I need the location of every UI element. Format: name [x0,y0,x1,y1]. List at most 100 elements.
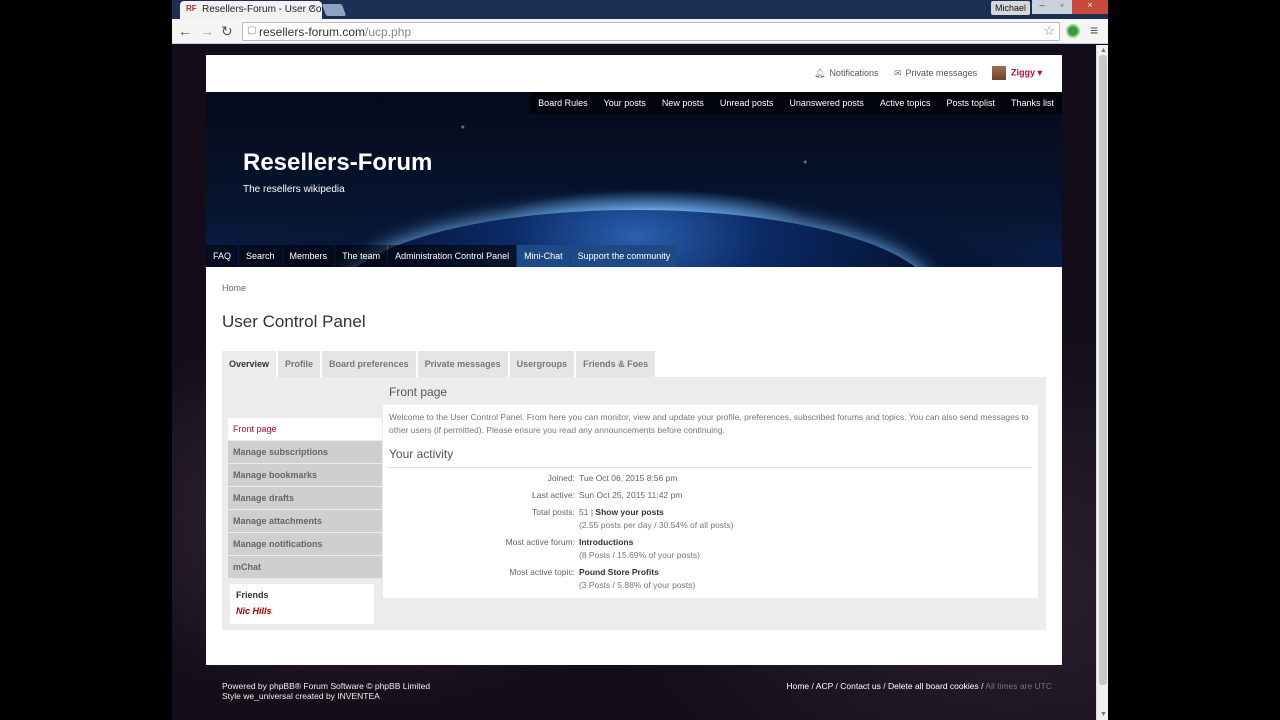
close-tab-icon[interactable]: × [310,3,316,14]
scroll-up-icon[interactable]: ▲ [1100,47,1107,54]
menu-mchat[interactable]: mChat [228,556,382,578]
active-topic-row: Most active topic: Pound Store Profits (3 … [389,566,1032,592]
menu-manage-subscriptions[interactable]: Manage subscriptions [228,441,382,463]
user-menu[interactable]: Ziggy ▾ [992,66,1042,80]
main-nav: FAQ Search Members The team Administrati… [206,245,678,267]
private-messages-link[interactable]: ✉ Private messages [894,68,977,79]
total-posts-row: Total posts: 51 | Show your posts (2.55 po… [389,506,1032,532]
menu-manage-drafts[interactable]: Manage drafts [228,487,382,509]
nav-faq[interactable]: FAQ [206,245,239,267]
friend-link[interactable]: Nic Hills [236,606,368,616]
desktop-right [1108,0,1280,720]
tab-title: Resellers-Forum - User Co [202,4,322,15]
tab-board-preferences[interactable]: Board preferences [322,351,416,377]
nav-board-rules[interactable]: Board Rules [530,92,596,114]
private-messages-label: Private messages [905,68,978,78]
activity-box: Your activity Joined: Tue Oct 06, 2015 8:… [383,441,1038,598]
timezone-text: All times are UTC [985,681,1052,691]
user-topbar: 🔔︎ Notifications ✉ Private messages Ziggy … [206,55,1062,92]
style-credit-text: Style we_universal created by INVENTEA [222,691,380,701]
browser-tab[interactable]: RF Resellers-Forum - User Co × [180,1,322,19]
friends-box: Friends Nic Hills [230,584,374,624]
nav-support[interactable]: Support the community [570,245,678,267]
nav-unanswered-posts[interactable]: Unanswered posts [781,92,872,114]
breadcrumb[interactable]: Home [222,283,1046,293]
joined-row: Joined: Tue Oct 06, 2015 8:56 pm [389,472,1032,485]
front-page-panel: Front page Welcome to the User Control P… [383,377,1038,598]
menu-manage-attachments[interactable]: Manage attachments [228,510,382,532]
nav-acp[interactable]: Administration Control Panel [388,245,517,267]
tab-strip: RF Resellers-Forum - User Co × Michael –… [172,0,1108,19]
nav-new-posts[interactable]: New posts [653,92,712,114]
forward-arrow-icon[interactable]: → [200,23,214,39]
menu-manage-notifications[interactable]: Manage notifications [228,533,382,555]
nav-members[interactable]: Members [282,245,335,267]
reload-icon[interactable]: ↻ [221,23,233,40]
forum-page: 🔔︎ Notifications ✉ Private messages Ziggy … [206,55,1062,665]
footer-home-link[interactable]: Home [786,681,809,691]
active-forum-link[interactable]: Introductions [579,537,633,547]
avatar [992,66,1006,80]
new-tab-button[interactable] [321,4,347,16]
content-area: Home User Control Panel Overview Profile… [206,283,1062,630]
ucp-side-menu: Front page Manage subscriptions Manage b… [228,418,382,579]
footer-delete-cookies-link[interactable]: Delete all board cookies [888,681,979,691]
browser-toolbar: ← → ↻ ▢ resellers-forum.com/ucp.php ☆ ≡ [172,19,1108,44]
address-bar[interactable]: ▢ resellers-forum.com/ucp.php ☆ [242,22,1060,41]
friends-heading: Friends [236,590,269,600]
footer-contact-link[interactable]: Contact us [840,681,881,691]
header-quick-links: Board Rules Your posts New posts Unread … [530,92,1062,114]
ucp-tabs: Overview Profile Board preferences Priva… [222,351,1046,377]
envelope-icon: ✉ [894,68,902,78]
nav-active-topics[interactable]: Active topics [871,92,939,114]
desktop-left [0,0,172,720]
back-arrow-icon[interactable]: ← [178,23,192,39]
tab-usergroups[interactable]: Usergroups [509,351,575,377]
notifications-link[interactable]: 🔔︎ Notifications [814,68,878,79]
tab-profile[interactable]: Profile [278,351,321,377]
tab-private-messages[interactable]: Private messages [417,351,508,377]
nav-posts-toplist[interactable]: Posts toplist [938,92,1003,114]
nav-mini-chat[interactable]: Mini-Chat [517,245,570,267]
nav-search[interactable]: Search [239,245,282,267]
show-posts-link[interactable]: Show your posts [595,507,663,517]
url-path: /ucp.php [365,25,412,39]
active-forum-stats: (8 Posts / 15.69% of your posts) [579,550,700,560]
caret-down-icon: ▾ [1037,67,1043,78]
nav-thanks-list[interactable]: Thanks list [1002,92,1062,114]
browser-menu-icon[interactable]: ≡ [1090,22,1098,38]
active-topic-link[interactable]: Pound Store Profits [579,567,659,577]
menu-front-page[interactable]: Front page [228,418,382,440]
tab-friends-foes[interactable]: Friends & Foes [576,351,656,377]
last-active-label: Last active: [532,490,575,500]
profile-chip[interactable]: Michael [990,1,1030,15]
site-favicon-icon: RF [186,4,197,13]
footer-acp-link[interactable]: ACP [816,681,833,691]
footer-separator: / [811,681,814,691]
active-topic-stats: (3 Posts / 5.88% of your posts) [579,580,696,590]
nav-the-team[interactable]: The team [335,245,388,267]
notifications-label: Notifications [829,68,879,78]
site-header: Board Rules Your posts New posts Unread … [206,92,1062,267]
page-scrollbar[interactable]: ▲ ▼ [1096,45,1108,720]
page-viewport: 🔔︎ Notifications ✉ Private messages Ziggy … [172,45,1108,720]
bookmark-star-icon[interactable]: ☆ [1043,23,1055,39]
extension-icon[interactable] [1066,24,1080,38]
active-forum-label: Most active forum: [505,537,575,547]
minimize-button[interactable]: – [1032,0,1052,14]
site-description: The resellers wikipedia [243,184,345,195]
menu-manage-bookmarks[interactable]: Manage bookmarks [228,464,382,486]
last-active-value: Sun Oct 25, 2015 11:42 pm [579,490,683,500]
tab-overview[interactable]: Overview [222,351,277,377]
maximize-button[interactable]: ▫ [1052,0,1072,14]
footer-separator: / [883,681,886,691]
front-page-heading: Front page [389,385,448,399]
nav-unread-posts[interactable]: Unread posts [711,92,782,114]
site-footer: Powered by phpBB® Forum Software © phpBB… [222,681,1052,701]
scrollbar-thumb[interactable] [1099,55,1107,685]
site-title[interactable]: Resellers-Forum [243,149,432,177]
nav-your-posts[interactable]: Your posts [595,92,654,114]
scroll-down-icon[interactable]: ▼ [1100,711,1107,718]
last-active-row: Last active: Sun Oct 25, 2015 11:42 pm [389,489,1032,502]
window-close-button[interactable]: × [1072,0,1108,14]
